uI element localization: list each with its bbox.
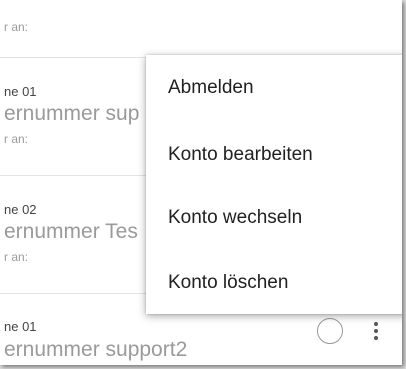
account-options-menu: Abmelden Konto bearbeiten Konto wechseln… xyxy=(146,55,402,314)
menu-item-konto-loeschen[interactable]: Konto löschen xyxy=(168,272,288,294)
radio-unselected-icon[interactable] xyxy=(317,318,343,344)
account-number: ernummer sup xyxy=(4,102,140,125)
account-number: ernummer support2 xyxy=(4,338,188,361)
account-title: ne 01 xyxy=(4,319,37,334)
account-note: r an: xyxy=(4,250,29,264)
account-title: ne 02 xyxy=(4,202,37,217)
account-title: ne 01 xyxy=(4,84,37,99)
menu-item-abmelden[interactable]: Abmelden xyxy=(168,77,254,99)
menu-item-konto-wechseln[interactable]: Konto wechseln xyxy=(168,207,302,229)
account-number: ernummer Tes xyxy=(4,220,138,243)
account-note: r an: xyxy=(4,20,29,34)
account-row[interactable]: r an: xyxy=(0,0,402,58)
menu-item-konto-bearbeiten[interactable]: Konto bearbeiten xyxy=(168,144,313,166)
account-note: r an: xyxy=(4,132,29,146)
app-window: r an: ne 01 ernummer sup r an: ne 02 ern… xyxy=(0,0,402,365)
more-vertical-icon[interactable] xyxy=(366,318,386,344)
